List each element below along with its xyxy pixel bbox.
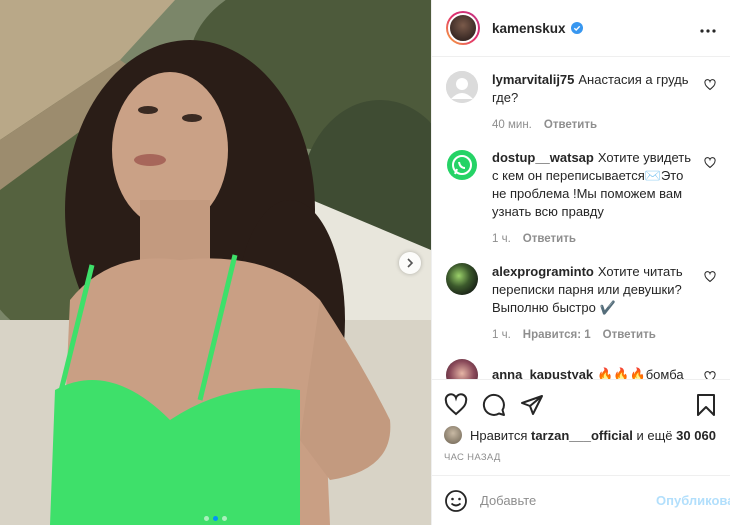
like-button[interactable] — [444, 393, 468, 417]
comment-username[interactable]: lymarvitalij75 — [492, 72, 574, 87]
reply-button[interactable]: Ответить — [544, 119, 597, 131]
comment-time[interactable]: 1 ч. — [492, 233, 511, 245]
comment-text: 🔥🔥🔥бомба — [597, 367, 684, 379]
comment-avatar[interactable] — [446, 149, 478, 181]
bookmark-icon — [697, 394, 715, 416]
more-options-button[interactable] — [700, 21, 716, 36]
likes-count[interactable]: 30 060 — [676, 428, 716, 443]
comment-username[interactable]: alexprograminto — [492, 264, 594, 279]
save-button[interactable] — [694, 393, 718, 417]
post-header: kamenskux — [432, 0, 730, 57]
heart-icon — [704, 157, 716, 169]
next-photo-button[interactable] — [399, 252, 421, 274]
share-icon — [521, 395, 543, 415]
carousel-dot — [222, 516, 227, 521]
liker-avatar — [444, 426, 462, 444]
carousel-dots — [0, 516, 431, 521]
post-timestamp[interactable]: ЧАС НАЗАД — [444, 452, 718, 463]
comment-item: anna_kapustyak 🔥🔥🔥бомба — [446, 359, 716, 379]
liker-username[interactable]: tarzan___official — [531, 428, 633, 443]
comment-icon — [482, 393, 505, 416]
comment-item: dostup__watsap Хотите увидеть с кем он пе… — [446, 149, 716, 245]
heart-icon — [444, 393, 468, 416]
comment-avatar[interactable] — [446, 359, 478, 379]
like-comment-button[interactable] — [704, 371, 716, 379]
heart-icon — [704, 79, 716, 91]
verified-icon — [570, 22, 583, 34]
likes-summary[interactable]: Нравится tarzan___official и ещё 30 060 — [444, 426, 718, 444]
comment-time[interactable]: 1 ч. — [492, 329, 511, 341]
default-avatar-icon — [446, 71, 478, 103]
author-username[interactable]: kamenskux — [492, 21, 566, 36]
post-sidebar: kamenskux lymarvitalij75 Анастасия а гру… — [431, 0, 730, 525]
comment-username[interactable]: dostup__watsap — [492, 150, 594, 165]
reply-button[interactable]: Ответить — [523, 233, 576, 245]
comment-input[interactable] — [480, 493, 656, 508]
heart-icon — [704, 271, 716, 283]
share-button[interactable] — [520, 393, 544, 417]
like-comment-button[interactable] — [704, 157, 716, 172]
chevron-right-icon — [407, 258, 414, 268]
comment-avatar[interactable] — [446, 263, 478, 295]
carousel-dot — [204, 516, 209, 521]
emoji-icon — [445, 489, 467, 512]
reply-button[interactable]: Ответить — [603, 329, 656, 341]
comment-likes[interactable]: Нравится: 1 — [523, 329, 591, 341]
author-avatar[interactable] — [446, 11, 480, 45]
whatsapp-icon — [447, 150, 477, 180]
comment-item: alexprograminto Хотите читать переписки п… — [446, 263, 716, 341]
comment-item: lymarvitalij75 Анастасия а грудь где? 40 … — [446, 71, 716, 131]
comment-time[interactable]: 40 мин. — [492, 119, 532, 131]
comment-avatar[interactable] — [446, 71, 478, 103]
likes-prefix: Нравится — [470, 427, 528, 443]
emoji-button[interactable] — [444, 489, 468, 513]
comment-button[interactable] — [482, 393, 506, 417]
post-actions: Нравится tarzan___official и ещё 30 060 … — [432, 379, 730, 463]
post-dialog: kamenskux lymarvitalij75 Анастасия а гру… — [0, 0, 730, 525]
comment-username[interactable]: anna_kapustyak — [492, 367, 593, 379]
likes-middle: и ещё — [636, 427, 673, 443]
publish-button[interactable]: Опубликовать — [656, 493, 730, 508]
like-comment-button[interactable] — [704, 271, 716, 286]
photo-image — [0, 0, 431, 525]
more-icon — [700, 28, 716, 33]
comment-composer: Опубликовать — [432, 475, 730, 525]
comments-list: lymarvitalij75 Анастасия а грудь где? 40 … — [432, 57, 730, 379]
carousel-dot-active — [213, 516, 218, 521]
heart-icon — [704, 371, 716, 379]
post-photo[interactable] — [0, 0, 431, 525]
like-comment-button[interactable] — [704, 79, 716, 94]
